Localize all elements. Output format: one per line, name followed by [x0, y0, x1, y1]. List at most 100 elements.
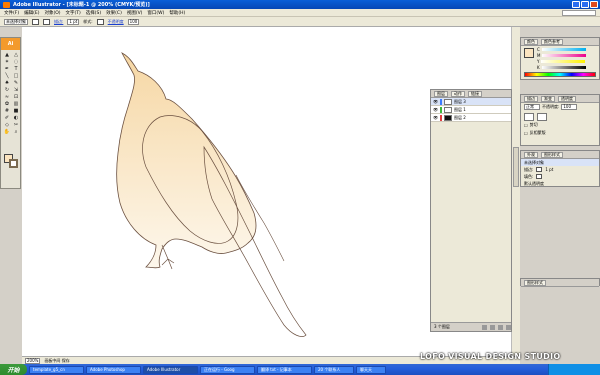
- taskbar-item[interactable]: 聊天天: [356, 365, 386, 374]
- vertical-scrollbar[interactable]: [511, 27, 520, 356]
- invert-checkbox[interactable]: ☐: [524, 131, 528, 136]
- menu-window[interactable]: 窗口(W): [147, 10, 164, 16]
- channel-slider[interactable]: [541, 59, 586, 63]
- layer-row[interactable]: 👁 图层 2: [431, 114, 511, 122]
- visibility-eye-icon[interactable]: 👁: [433, 115, 438, 120]
- paintbrush-tool-icon[interactable]: ♠: [3, 80, 11, 86]
- menu-type[interactable]: 文字(T): [66, 10, 81, 16]
- menu-help[interactable]: 帮助(H): [169, 10, 185, 16]
- layer-name[interactable]: 图层 1: [454, 107, 511, 113]
- gradient-tool-icon[interactable]: ■: [12, 108, 20, 114]
- magic-wand-tool-icon[interactable]: ✶: [3, 59, 11, 65]
- scale-tool-icon[interactable]: ⇲: [12, 87, 20, 93]
- new-sublayer-icon[interactable]: [490, 324, 495, 330]
- trash-icon[interactable]: [506, 324, 511, 330]
- stroke-swatch[interactable]: [536, 167, 543, 172]
- opacity-link[interactable]: 不透明度: [108, 19, 124, 25]
- clip-checkbox[interactable]: ☐: [524, 123, 528, 128]
- hand-tool-icon[interactable]: ✋: [3, 129, 11, 135]
- taskbar-item[interactable]: Adobe Illustrator: [143, 365, 198, 374]
- graph-tool-icon[interactable]: ▥: [12, 101, 20, 107]
- zoom-tool-icon[interactable]: ⌕: [12, 129, 20, 135]
- tab-graphic-styles[interactable]: 图形样式: [524, 279, 546, 286]
- blend-mode-select[interactable]: 正常: [524, 104, 540, 110]
- start-button[interactable]: 开始: [0, 364, 27, 375]
- bird-feet[interactable]: [161, 244, 175, 270]
- tab-stroke[interactable]: 描边: [524, 95, 538, 102]
- taskbar-item[interactable]: 20 个联系人: [314, 365, 354, 374]
- stroke-swatch[interactable]: [43, 18, 50, 25]
- visibility-eye-icon[interactable]: 👁: [433, 99, 438, 104]
- channel-slider[interactable]: [541, 47, 586, 51]
- stroke-link[interactable]: 描边:: [54, 19, 63, 25]
- rectangle-tool-icon[interactable]: □: [12, 73, 20, 79]
- menu-edit[interactable]: 编辑(E): [24, 10, 39, 16]
- selection-tool-icon[interactable]: ▲: [3, 52, 11, 58]
- workspace-switcher[interactable]: [562, 10, 596, 16]
- tab-transparency[interactable]: 透明度: [558, 95, 576, 102]
- channel-slider[interactable]: [542, 53, 587, 57]
- type-tool-icon[interactable]: T: [12, 66, 20, 72]
- free-transform-tool-icon[interactable]: ⊡: [12, 94, 20, 100]
- menu-object[interactable]: 对象(O): [44, 10, 60, 16]
- menu-file[interactable]: 文件(F): [4, 10, 19, 16]
- tab-color-guide[interactable]: 颜色参考: [541, 38, 563, 45]
- layer-name[interactable]: 图层 3: [454, 99, 511, 105]
- rotate-tool-icon[interactable]: ↻: [3, 87, 11, 93]
- close-button[interactable]: [590, 1, 598, 8]
- layer-name[interactable]: 图层 2: [454, 115, 511, 121]
- tab-gradient[interactable]: 渐变: [541, 95, 555, 102]
- system-tray[interactable]: [548, 364, 600, 375]
- bird-body-shape[interactable]: [116, 52, 257, 269]
- line-tool-icon[interactable]: ╲: [3, 73, 11, 79]
- tab-appearance[interactable]: 外观: [524, 151, 538, 158]
- fill-stroke-selector[interactable]: [4, 154, 18, 168]
- layer-row[interactable]: 👁 图层 3: [431, 98, 511, 106]
- visibility-eye-icon[interactable]: 👁: [433, 107, 438, 112]
- taskbar-item[interactable]: template_g5_cn: [29, 365, 84, 374]
- taskbar-item[interactable]: Adobe Photoshop: [86, 365, 141, 374]
- menu-select[interactable]: 选择(S): [86, 10, 101, 16]
- opacity-field[interactable]: 100: [127, 18, 140, 25]
- tab-color[interactable]: 颜色: [524, 38, 538, 45]
- slice-tool-icon[interactable]: ◇: [3, 122, 11, 128]
- current-color-box[interactable]: [524, 48, 534, 58]
- fill-swatch[interactable]: [32, 18, 39, 25]
- symbol-tool-icon[interactable]: ✿: [3, 101, 11, 107]
- channel-slider[interactable]: [541, 65, 586, 69]
- pen-tool-icon[interactable]: ✒: [3, 66, 11, 72]
- appearance-row[interactable]: 默认透明度: [521, 180, 599, 187]
- tab-graphic-styles[interactable]: 图形样式: [541, 151, 563, 158]
- maximize-button[interactable]: [581, 1, 589, 8]
- appearance-row[interactable]: 描边: 1 pt: [521, 166, 599, 173]
- zoom-level-field[interactable]: 200%: [25, 357, 41, 364]
- eyedropper-tool-icon[interactable]: ✐: [3, 115, 11, 121]
- direct-selection-tool-icon[interactable]: △: [12, 52, 20, 58]
- stroke-weight-field[interactable]: 1 pt: [67, 18, 80, 25]
- mask-thumbnail[interactable]: [537, 113, 547, 121]
- opacity-field[interactable]: 100: [561, 104, 578, 110]
- blend-tool-icon[interactable]: ◐: [12, 115, 20, 121]
- taskbar-item[interactable]: 正在运行 - Goog: [200, 365, 255, 374]
- make-clipping-mask-icon[interactable]: [482, 324, 487, 330]
- menu-effect[interactable]: 效果(C): [106, 10, 122, 16]
- style-swatch[interactable]: [96, 18, 104, 25]
- minimize-button[interactable]: [572, 1, 580, 8]
- scissors-tool-icon[interactable]: ✂: [12, 122, 20, 128]
- fill-swatch[interactable]: [536, 174, 543, 179]
- tab-layers[interactable]: 图层: [434, 90, 448, 97]
- appearance-row[interactable]: 填色:: [521, 173, 599, 180]
- appearance-row[interactable]: 未选择对象: [521, 159, 599, 166]
- pencil-tool-icon[interactable]: ✎: [12, 80, 20, 86]
- tab-actions[interactable]: 动作: [451, 90, 465, 97]
- object-thumbnail[interactable]: [524, 113, 534, 121]
- mesh-tool-icon[interactable]: #: [3, 108, 11, 114]
- warp-tool-icon[interactable]: ≈: [3, 94, 11, 100]
- taskbar-item[interactable]: 翻译 txt - 记事本: [257, 365, 312, 374]
- menu-view[interactable]: 视图(V): [127, 10, 143, 16]
- stroke-color-box[interactable]: [9, 159, 18, 168]
- color-spectrum-bar[interactable]: [524, 72, 596, 77]
- scrollbar-thumb[interactable]: [513, 147, 519, 187]
- lasso-tool-icon[interactable]: ◌: [12, 59, 20, 65]
- new-layer-icon[interactable]: [498, 324, 503, 330]
